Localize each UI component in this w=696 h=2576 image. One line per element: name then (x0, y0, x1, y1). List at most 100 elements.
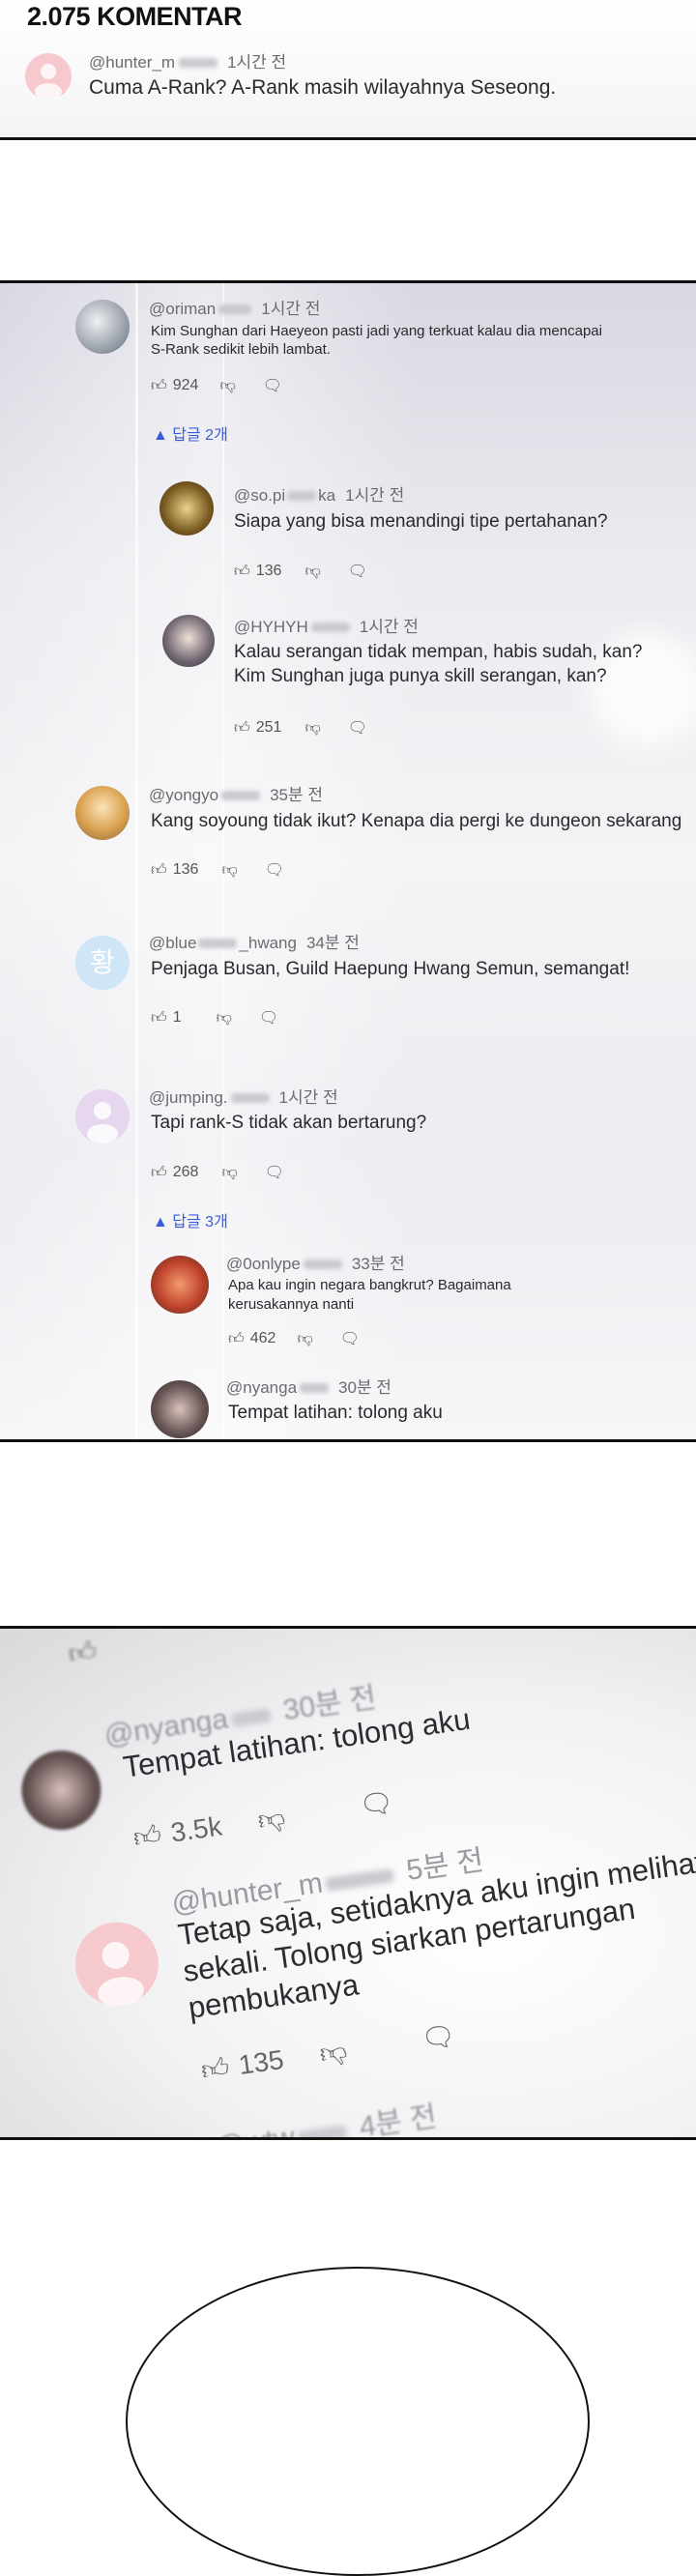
blurred-handle (298, 2125, 348, 2137)
comment-text: Tempat latihan: tolong aku (228, 1403, 443, 1423)
thumbs-up-icon[interactable]: 👍︎ (151, 1164, 167, 1182)
blurred-handle (221, 791, 261, 800)
like-count: 924 (172, 377, 199, 393)
like-count: 1 (172, 1009, 182, 1026)
blurred-handle (310, 622, 350, 632)
avatar[interactable] (75, 786, 130, 840)
comment-text: Tapi rank-S tidak akan bertarung? (151, 1113, 427, 1133)
comment-text: Kim Sunghan dari Haeyeon pasti jadi yang… (151, 323, 602, 339)
comment-actions: 👍︎ 136 👎︎ 🗨︎ (234, 562, 367, 581)
reply-icon[interactable]: 🗨︎ (348, 718, 367, 738)
blurred-handle (230, 1093, 270, 1103)
comment-author[interactable]: @nyanga 30분 전 (226, 1374, 392, 1398)
thumbs-up-icon[interactable]: 👍︎ (234, 719, 250, 738)
like-count: 136 (172, 861, 199, 878)
like-count: 136 (255, 563, 282, 579)
thumbs-down-icon[interactable]: 👎︎ (297, 1330, 312, 1348)
blurred-handle (179, 58, 218, 68)
thumbs-up-icon[interactable]: 👍︎ (151, 1009, 167, 1028)
thumbs-down-icon[interactable]: 👎︎ (256, 1802, 287, 1836)
blurred-handle (300, 1383, 330, 1393)
user-silhouette-icon (87, 1102, 118, 1143)
light-streak (135, 283, 138, 1439)
comment-text: Kang soyoung tidak ikut? Kenapa dia perg… (151, 811, 682, 831)
comment-text: S-Rank sedikit lebih lambat. (151, 341, 331, 358)
avatar[interactable] (151, 1256, 209, 1314)
reply-icon[interactable]: 🗨︎ (348, 562, 367, 581)
reply-icon[interactable]: 🗨︎ (340, 1329, 360, 1348)
avatar[interactable] (75, 300, 130, 354)
comment-author[interactable]: @so.pi ka 1시간 전 (234, 481, 404, 506)
reply-icon[interactable]: 🗨︎ (265, 860, 284, 880)
user-silhouette-icon (98, 1941, 144, 2007)
like-count: 268 (172, 1164, 199, 1180)
comment-author[interactable]: @oriman 1시간 전 (149, 295, 320, 319)
blurred-handle (218, 304, 252, 314)
replies-toggle[interactable]: ▲ 답글 2개 (153, 421, 228, 445)
comment-author[interactable]: @HYHYH 1시간 전 (234, 613, 419, 637)
comment-text: Penjaga Busan, Guild Haepung Hwang Semun… (151, 959, 630, 979)
comment-text: kerusakannya nanti (228, 1296, 355, 1313)
thumbs-up-icon[interactable]: 👍︎ (151, 377, 167, 395)
blurred-handle (287, 491, 317, 501)
comment-author[interactable]: @0onlype 33분 전 (226, 1250, 405, 1274)
avatar[interactable]: 황 (75, 936, 130, 990)
avatar[interactable] (160, 481, 214, 535)
reply-icon[interactable]: 🗨︎ (420, 2020, 458, 2055)
thumbs-down-icon[interactable]: 👎︎ (304, 563, 320, 581)
comment-actions: 👍︎ 3.5k 👎︎ 🗨︎ (131, 1785, 396, 1854)
avatar[interactable] (25, 53, 72, 101)
reply-icon[interactable]: 🗨︎ (265, 1163, 284, 1182)
thumbs-up-icon[interactable]: 👍︎ (228, 1330, 245, 1348)
thumbs-down-icon[interactable]: 👎︎ (221, 1164, 237, 1182)
reply-icon[interactable]: 🗨︎ (259, 1008, 278, 1028)
comment-actions: 👍︎ 1 👎︎ 🗨︎ (151, 1008, 278, 1028)
comment-text: Cuma A-Rank? A-Rank masih wilayahnya Ses… (89, 76, 557, 99)
avatar[interactable] (70, 1917, 164, 2012)
avatar[interactable] (75, 1089, 130, 1143)
speech-bubble (126, 2267, 590, 2576)
thumbs-down-icon[interactable]: 👎︎ (217, 1009, 232, 1028)
top-comment-panel: 2.075 KOMENTAR @hunter_m 1시간 전 Cuma A-Ran… (0, 0, 696, 140)
comments-panel: @oriman 1시간 전 Kim Sunghan dari Haeyeon pa… (0, 280, 696, 1442)
blurred-handle (230, 1708, 272, 1727)
avatar[interactable] (151, 1380, 209, 1438)
reply-icon[interactable]: 🗨︎ (358, 1786, 396, 1821)
user-silhouette-icon (35, 64, 62, 101)
thumbs-down-icon[interactable]: 👎︎ (304, 719, 320, 738)
avatar[interactable] (16, 1745, 106, 1836)
thumbs-down-icon[interactable]: 👎︎ (318, 2036, 349, 2069)
comment-actions: 👍︎ 268 👎︎ 🗨︎ (151, 1163, 284, 1182)
blurred-handle (198, 939, 238, 948)
like-count: 3.5k (168, 1810, 224, 1848)
comment-author[interactable]: @blue _hwang 34분 전 (149, 929, 360, 953)
comment-actions: 👍︎ 462 👎︎ 🗨︎ (228, 1329, 360, 1348)
comment-actions: 👍︎ 251 👎︎ 🗨︎ (234, 718, 367, 738)
comment-author[interactable]: @wtw4분 전 (213, 2093, 439, 2137)
zoomed-comments-panel: 👍︎ @nyanga 30분 전 Tempat latihan: tolong a… (0, 1626, 696, 2140)
avatar[interactable] (162, 615, 215, 667)
reply-icon[interactable]: 🗨︎ (263, 376, 282, 395)
comment-text: Siapa yang bisa menandingi tipe pertahan… (234, 511, 608, 532)
comment-count: 2.075 KOMENTAR (27, 2, 243, 31)
thumbs-down-icon[interactable]: 👎︎ (221, 861, 237, 880)
thumbs-up-icon[interactable]: 👍︎ (67, 1635, 99, 1669)
like-count: 251 (255, 719, 282, 736)
comment-text: Apa kau ingin negara bangkrut? Bagaimana (228, 1277, 511, 1293)
thumbs-up-icon[interactable]: 👍︎ (234, 563, 250, 581)
like-count: 135 (236, 2043, 286, 2081)
comment-author[interactable]: @hunter_m 1시간 전 (89, 48, 286, 72)
thumbs-up-icon[interactable]: 👍︎ (151, 861, 167, 880)
replies-toggle[interactable]: ▲ 답글 3개 (153, 1208, 228, 1231)
comment-author[interactable]: @yongyo 35분 전 (149, 781, 323, 805)
zoomed-content: 👍︎ @nyanga 30분 전 Tempat latihan: tolong a… (0, 1629, 696, 2137)
comment-text: Kalau serangan tidak mempan, habis sudah… (234, 642, 643, 662)
thumbs-up-icon[interactable]: 👍︎ (131, 1819, 163, 1853)
thumbs-down-icon[interactable]: 👎︎ (219, 377, 235, 395)
comment-actions: 👍︎ 136 👎︎ 🗨︎ (151, 860, 284, 880)
comment-actions: 👍︎ (67, 1635, 100, 1671)
thumbs-up-icon[interactable]: 👍︎ (199, 2052, 231, 2086)
comment-text: Kim Sunghan juga punya skill serangan, k… (234, 666, 607, 686)
blurred-handle (303, 1259, 342, 1269)
comment-author[interactable]: @jumping. 1시간 전 (149, 1084, 338, 1108)
